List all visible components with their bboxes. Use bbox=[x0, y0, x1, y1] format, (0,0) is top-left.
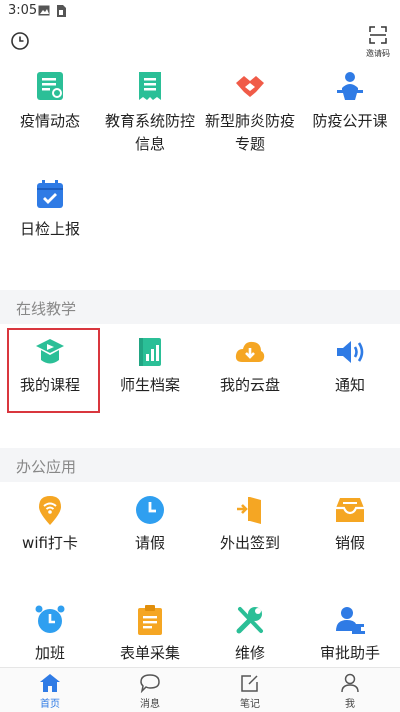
clock-icon bbox=[11, 32, 29, 50]
nav-me[interactable]: 我 bbox=[300, 668, 400, 712]
nav-label: 首页 bbox=[40, 699, 60, 710]
tile-label: 疫情动态 bbox=[19, 112, 80, 130]
selection-highlight bbox=[7, 328, 100, 413]
edit-note-icon bbox=[241, 675, 258, 692]
tile-epidemic-news[interactable]: 疫情动态 bbox=[0, 62, 100, 162]
tile-label: 防疫公开课 bbox=[312, 112, 388, 130]
tile-label: 通知 bbox=[334, 376, 365, 394]
tile-teacher-student-files[interactable]: 师生档案 bbox=[100, 324, 200, 414]
handshake-icon bbox=[236, 76, 264, 97]
tile-repair[interactable]: 维修 bbox=[200, 598, 300, 668]
speaker-icon bbox=[337, 341, 364, 363]
tile-my-cloud-disk[interactable]: 我的云盘 bbox=[200, 324, 300, 414]
chat-bubble-icon bbox=[140, 674, 160, 693]
tile-label: 教育系统防控信息 bbox=[104, 112, 195, 153]
cloud-download-icon bbox=[235, 341, 265, 362]
section-header-online-teaching: 在线教学 bbox=[0, 290, 400, 324]
scan-icon bbox=[369, 26, 387, 44]
sim-notification-icon bbox=[57, 5, 66, 17]
tile-leave-request[interactable]: 请假 bbox=[100, 482, 200, 572]
approver-icon bbox=[336, 607, 365, 634]
tile-wifi-checkin[interactable]: wifi打卡 bbox=[0, 482, 100, 572]
bottom-nav: 首页 消息 笔记 我 bbox=[0, 667, 400, 712]
nav-notes[interactable]: 笔记 bbox=[200, 668, 300, 712]
epidemic-grid: 疫情动态 教育系统防控信息 新型肺炎防疫专题 防疫公开课 日检上报 bbox=[0, 62, 400, 292]
calendar-check-icon bbox=[37, 180, 63, 208]
document-icon bbox=[139, 72, 161, 100]
person-icon bbox=[341, 673, 359, 693]
tile-label: 新型肺炎防疫专题 bbox=[204, 112, 295, 153]
exit-door-icon bbox=[237, 497, 261, 524]
wifi-pin-icon bbox=[39, 496, 61, 525]
tile-label: wifi打卡 bbox=[22, 534, 78, 552]
tile-outing-signin[interactable]: 外出签到 bbox=[200, 482, 300, 572]
section-title: 办公应用 bbox=[16, 458, 77, 476]
tile-pneumonia-special[interactable]: 新型肺炎防疫专题 bbox=[200, 62, 300, 162]
office-grid: wifi打卡 请假 外出签到 销假 加班 表单采集 维修 审批助手 bbox=[0, 482, 400, 668]
tile-prevention-open-class[interactable]: 防疫公开课 bbox=[300, 62, 400, 162]
clock-icon bbox=[136, 496, 164, 524]
tile-label: 师生档案 bbox=[119, 376, 180, 394]
tile-label: 外出签到 bbox=[219, 534, 280, 552]
tile-leave-cancel[interactable]: 销假 bbox=[300, 482, 400, 572]
tile-label: 加班 bbox=[34, 644, 65, 662]
nav-label: 笔记 bbox=[240, 699, 260, 710]
alarm-clock-icon bbox=[35, 605, 65, 633]
nav-label: 我 bbox=[345, 699, 355, 710]
tile-label: 维修 bbox=[234, 644, 265, 662]
nav-home[interactable]: 首页 bbox=[0, 668, 100, 712]
inbox-tray-icon bbox=[336, 498, 364, 522]
lecturer-icon bbox=[337, 72, 363, 100]
status-bar: 3:05 bbox=[0, 0, 400, 22]
tile-label: 请假 bbox=[134, 534, 165, 552]
clipboard-icon bbox=[138, 605, 162, 635]
scan-label: 邀请码 bbox=[366, 49, 390, 58]
status-icons bbox=[38, 5, 66, 17]
tile-form-collection[interactable]: 表单采集 bbox=[100, 598, 200, 668]
section-title: 在线教学 bbox=[16, 300, 77, 318]
section-header-office: 办公应用 bbox=[0, 448, 400, 482]
home-icon bbox=[40, 674, 60, 692]
tile-approval-assistant[interactable]: 审批助手 bbox=[300, 598, 400, 668]
tile-overtime[interactable]: 加班 bbox=[0, 598, 100, 668]
tile-label: 日检上报 bbox=[19, 220, 80, 238]
tile-daily-check-report[interactable]: 日检上报 bbox=[0, 174, 100, 254]
nav-label: 消息 bbox=[140, 699, 160, 710]
status-time: 3:05 bbox=[8, 3, 38, 18]
scan-invite-code-button[interactable]: 邀请码 bbox=[366, 26, 390, 60]
tile-label: 表单采集 bbox=[119, 644, 180, 662]
image-notification-icon bbox=[38, 5, 50, 16]
history-button[interactable] bbox=[9, 30, 31, 52]
top-bar: 邀请码 bbox=[0, 22, 400, 62]
tile-education-prevention-info[interactable]: 教育系统防控信息 bbox=[100, 62, 200, 162]
nav-messages[interactable]: 消息 bbox=[100, 668, 200, 712]
epidemic-news-icon bbox=[37, 72, 63, 100]
archive-chart-icon bbox=[139, 338, 161, 366]
tile-label: 销假 bbox=[334, 534, 365, 552]
tile-label: 我的云盘 bbox=[219, 376, 280, 394]
tile-label: 审批助手 bbox=[319, 644, 380, 662]
tools-icon bbox=[236, 607, 263, 634]
tile-notice[interactable]: 通知 bbox=[300, 324, 400, 414]
